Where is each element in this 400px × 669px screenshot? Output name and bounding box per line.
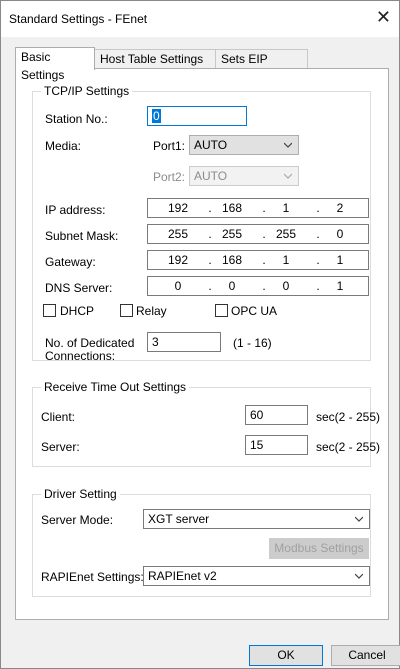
rapienet-settings-value: RAPIEnet v2 <box>148 569 217 583</box>
driver-setting-group: Driver Setting Server Mode: XGT server M… <box>32 487 371 597</box>
ip-address-input[interactable]: 192 . 168 . 1 . 2 <box>147 198 369 218</box>
chevron-down-icon <box>284 173 292 179</box>
chevron-down-icon <box>355 573 363 579</box>
dedicated-connections-value: 3 <box>152 335 159 349</box>
dns-octet: 0 <box>228 279 236 293</box>
subnet-octet: 255 <box>167 227 189 241</box>
dedicated-connections-label: No. of Dedicated <box>45 336 135 350</box>
chevron-down-icon <box>355 516 363 522</box>
port1-value: AUTO <box>194 138 228 152</box>
dns-server-label: DNS Server: <box>45 281 113 295</box>
dhcp-checkbox[interactable] <box>43 304 56 317</box>
server-timeout-value: 15 <box>250 438 264 452</box>
subnet-octet: 255 <box>275 227 297 241</box>
dns-octet: 0 <box>174 279 182 293</box>
server-unit: sec(2 - 255) <box>316 440 381 454</box>
server-timeout-input[interactable]: 15 <box>245 435 308 455</box>
window-title: Standard Settings - FEnet <box>9 12 148 26</box>
gateway-octet: 1 <box>336 253 344 267</box>
dns-octet: 0 <box>282 279 290 293</box>
gateway-octet: 1 <box>282 253 290 267</box>
settings-dialog: Standard Settings - FEnet ✕ Basic Settin… <box>0 0 400 669</box>
gateway-octet: 192 <box>167 253 189 267</box>
tcpip-settings-group: TCP/IP Settings Station No.: 0 Media: Po… <box>32 84 371 363</box>
close-icon[interactable]: ✕ <box>376 7 391 27</box>
station-input[interactable]: 0 <box>147 106 247 126</box>
port2-select: AUTO <box>189 166 299 186</box>
opc-ua-label: OPC UA <box>231 304 278 318</box>
gateway-label: Gateway: <box>45 255 96 269</box>
ip-octet: 1 <box>282 201 290 215</box>
subnet-octet: 0 <box>336 227 344 241</box>
group-title: TCP/IP Settings <box>41 84 133 98</box>
group-title: Receive Time Out Settings <box>41 380 190 394</box>
ip-octet: 168 <box>221 201 243 215</box>
port1-label: Port1: <box>153 139 186 153</box>
media-label: Media: <box>45 139 82 153</box>
subnet-mask-label: Subnet Mask: <box>45 229 119 243</box>
port1-select[interactable]: AUTO <box>189 135 299 155</box>
tab-host-table-settings[interactable]: Host Table Settings <box>94 49 216 69</box>
ip-address-label: IP address: <box>45 203 106 217</box>
relay-label: Relay <box>136 304 167 318</box>
station-label: Station No.: <box>45 112 108 126</box>
tab-basic-settings[interactable]: Basic Settings <box>15 47 95 82</box>
rapienet-settings-label: RAPIEnet Settings: <box>41 570 144 584</box>
receive-timeout-group: Receive Time Out Settings Client: 60 sec… <box>32 380 380 467</box>
dns-server-input[interactable]: 0 . 0 . 0 . 1 <box>147 276 369 296</box>
ip-octet: 192 <box>167 201 189 215</box>
server-label: Server: <box>41 440 80 454</box>
client-timeout-value: 60 <box>250 408 264 422</box>
modbus-settings-button: Modbus Settings <box>269 538 369 559</box>
dhcp-label: DHCP <box>60 304 95 318</box>
tab-sets-eip-server[interactable]: Sets EIP Server <box>215 49 308 84</box>
server-mode-value: XGT server <box>148 512 210 526</box>
gateway-input[interactable]: 192 . 168 . 1 . 1 <box>147 250 369 270</box>
subnet-mask-input[interactable]: 255 . 255 . 255 . 0 <box>147 224 369 244</box>
basic-settings-panel: TCP/IP Settings Station No.: 0 Media: Po… <box>15 68 389 620</box>
relay-checkbox[interactable] <box>120 304 133 317</box>
title-bar[interactable]: Standard Settings - FEnet ✕ <box>1 1 399 37</box>
server-mode-select[interactable]: XGT server <box>143 509 370 529</box>
client-unit: sec(2 - 255) <box>316 410 381 424</box>
client-label: Client: <box>41 410 76 424</box>
port2-label: Port2: <box>153 170 186 184</box>
dedicated-connections-label-line2: Connections: <box>45 349 116 363</box>
cancel-button[interactable]: Cancel <box>331 645 400 666</box>
server-mode-label: Server Mode: <box>41 513 114 527</box>
chevron-down-icon <box>284 142 292 148</box>
port2-value: AUTO <box>194 169 228 183</box>
subnet-octet: 255 <box>221 227 243 241</box>
dedicated-range-hint: (1 - 16) <box>233 336 272 350</box>
dedicated-connections-input[interactable]: 3 <box>147 332 221 352</box>
group-title: Driver Setting <box>41 487 120 501</box>
dns-octet: 1 <box>336 279 344 293</box>
ip-octet: 2 <box>336 201 344 215</box>
client-timeout-input[interactable]: 60 <box>245 405 308 425</box>
opc-ua-checkbox[interactable] <box>215 304 228 317</box>
ok-button[interactable]: OK <box>249 645 323 666</box>
station-value: 0 <box>152 109 161 123</box>
rapienet-settings-select[interactable]: RAPIEnet v2 <box>143 566 370 586</box>
gateway-octet: 168 <box>221 253 243 267</box>
